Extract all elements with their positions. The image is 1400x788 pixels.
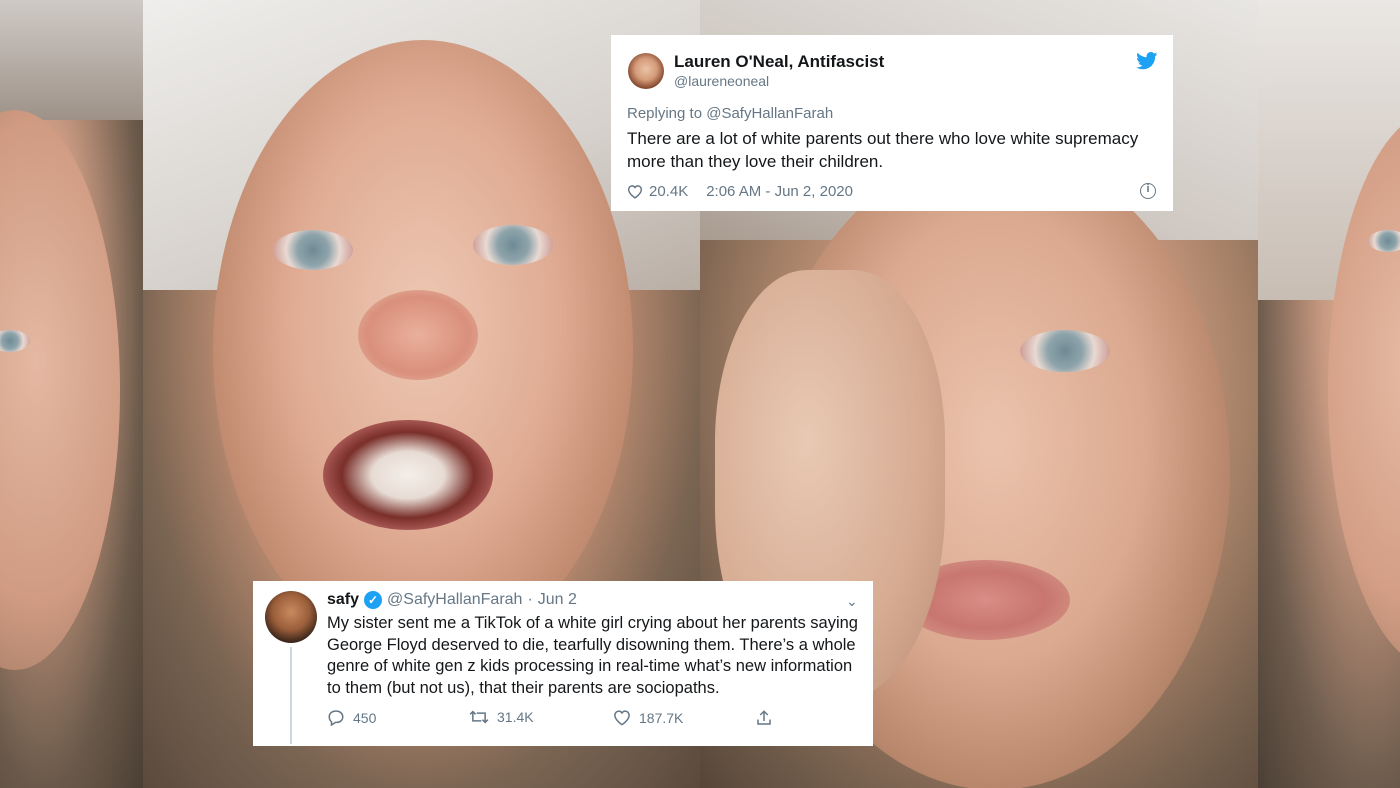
replying-to[interactable]: Replying to @SafyHallanFarah (627, 105, 833, 122)
retweet-icon (469, 710, 489, 724)
reply-button[interactable]: 450 (327, 709, 376, 726)
face (0, 110, 120, 670)
twitter-bird-icon[interactable] (1136, 52, 1158, 70)
like-count: 187.7K (639, 709, 684, 726)
heart-icon[interactable] (627, 184, 643, 199)
open-mouth (323, 420, 493, 530)
author-handle[interactable]: @SafyHallanFarah (387, 591, 522, 609)
left-eye (273, 230, 353, 270)
timestamp[interactable]: 2:06 AM - Jun 2, 2020 (706, 183, 853, 200)
share-button[interactable] (755, 709, 773, 727)
right-eye (473, 225, 553, 265)
author-name[interactable]: safy (327, 591, 359, 609)
tweet-card-lauren: Lauren O'Neal, Antifascist @laureneoneal… (611, 35, 1173, 211)
tweet-meta: 20.4K 2:06 AM - Jun 2, 2020 (627, 183, 853, 200)
tweet-header: safy ✓ @SafyHallanFarah · Jun 2 (327, 591, 577, 609)
avatar[interactable] (628, 53, 664, 89)
background-wall (0, 0, 143, 120)
photo-panel-right (1258, 0, 1400, 788)
info-icon[interactable] (1140, 183, 1156, 199)
eye (1020, 330, 1110, 372)
thread-line (290, 647, 292, 744)
nose (358, 290, 478, 380)
heart-icon (614, 710, 630, 726)
chevron-down-icon[interactable]: ⌄ (846, 593, 858, 610)
author-handle[interactable]: @laureneoneal (674, 73, 769, 89)
author-name[interactable]: Lauren O'Neal, Antifascist (674, 52, 884, 72)
reply-count: 450 (353, 709, 377, 726)
tweet-text: My sister sent me a TikTok of a white gi… (327, 614, 858, 697)
avatar[interactable] (265, 591, 317, 643)
tweet-text: There are a lot of white parents out the… (627, 129, 1139, 171)
retweet-count: 31.4K (497, 709, 534, 725)
photo-panel-left (0, 0, 143, 788)
tweet-date[interactable]: Jun 2 (538, 591, 577, 609)
share-icon (757, 710, 771, 725)
tweet-card-safy: safy ✓ @SafyHallanFarah · Jun 2 ⌄ My sis… (253, 581, 873, 746)
like-count: 20.4K (649, 183, 689, 200)
like-button[interactable]: 187.7K (613, 709, 683, 726)
retweet-button[interactable]: 31.4K (469, 709, 534, 725)
eye (1368, 230, 1400, 252)
reply-icon (328, 710, 344, 726)
separator: · (527, 591, 533, 608)
tweet-actions: 450 31.4K 187.7K (327, 709, 797, 729)
verified-badge-icon: ✓ (364, 591, 383, 609)
